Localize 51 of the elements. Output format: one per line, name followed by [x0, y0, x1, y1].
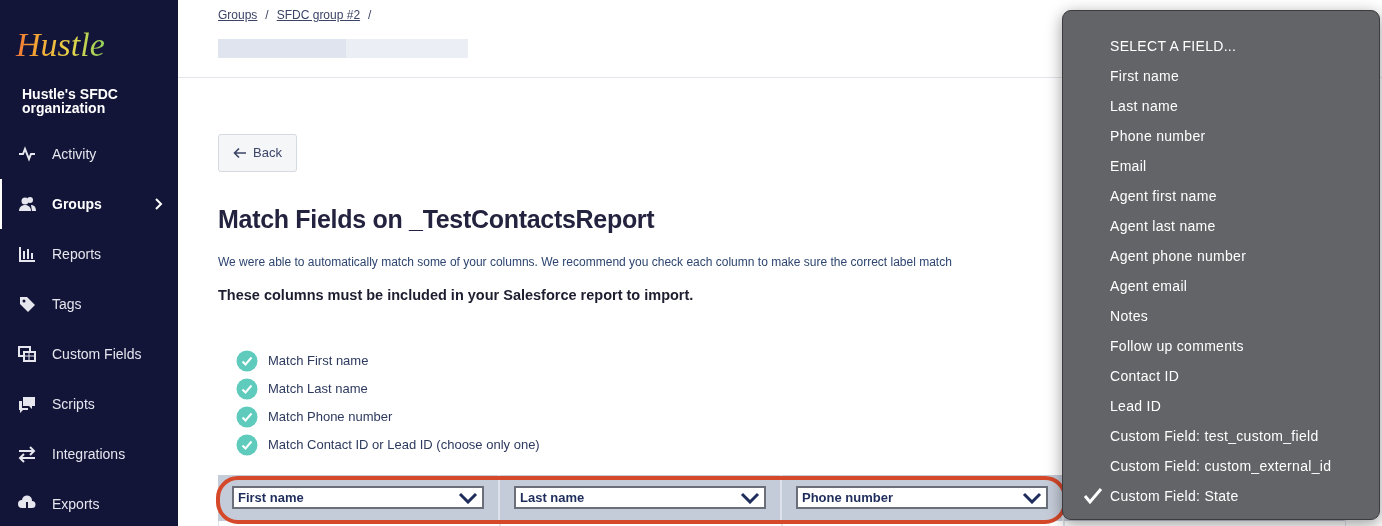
dropdown-option[interactable]: Lead ID — [1063, 391, 1379, 421]
dropdown-option[interactable]: Agent email — [1063, 271, 1379, 301]
tag-icon — [18, 295, 36, 314]
chevron-down-icon — [1022, 491, 1042, 504]
nav-item[interactable]: Activity — [0, 129, 178, 180]
dropdown-option[interactable]: Agent phone number — [1063, 241, 1379, 271]
column-select[interactable]: First name — [232, 486, 484, 509]
nav-item[interactable]: Scripts — [0, 379, 178, 430]
nav-item[interactable]: Groups — [0, 179, 178, 230]
nav-item[interactable]: Reports — [0, 229, 178, 280]
checklist-text: Match Phone number — [268, 407, 393, 426]
dropdown-option[interactable]: Last name — [1063, 91, 1379, 121]
nav-item[interactable]: Custom Fields — [0, 329, 178, 380]
bar-chart-icon — [18, 245, 36, 264]
chevron-down-icon — [458, 491, 478, 504]
dropdown-option[interactable]: Phone number — [1063, 121, 1379, 151]
dropdown-option[interactable]: Agent last name — [1063, 211, 1379, 241]
checklist-text: Match Last name — [268, 379, 368, 398]
dropdown-option[interactable]: Agent first name — [1063, 181, 1379, 211]
chevron-right-icon — [154, 197, 164, 212]
dropdown-option[interactable]: First name — [1063, 61, 1379, 91]
dropdown-option[interactable]: Custom Field: State — [1063, 481, 1379, 511]
arrow-left-icon — [233, 146, 247, 159]
description-text: We were able to automatically match some of your columns. We recommend you check each column to make sure the correct label match — [218, 253, 952, 271]
breadcrumb-link[interactable]: Groups — [218, 8, 258, 22]
organization-name: Hustle's SFDC organization — [21, 87, 119, 116]
column-select[interactable]: Phone number — [796, 486, 1048, 509]
column-select[interactable]: Last name — [514, 486, 766, 509]
breadcrumb-link[interactable]: SFDC group #2 — [276, 8, 361, 22]
dropdown-option[interactable]: Email — [1063, 151, 1379, 181]
checklist-text: Match Contact ID or Lead ID (choose only one) — [268, 435, 540, 454]
breadcrumb-separator: / — [368, 8, 372, 22]
chat-icon — [18, 395, 36, 414]
chevron-down-icon — [740, 491, 760, 504]
dropdown-option[interactable]: Custom Field: custom_external_id — [1063, 451, 1379, 481]
swap-arrows-icon — [18, 445, 36, 464]
people-icon — [18, 195, 36, 214]
table-icon — [18, 345, 36, 364]
nav-item[interactable]: Tags — [0, 279, 178, 330]
page-title: Match Fields on _TestContactsReport — [218, 203, 655, 234]
dropdown-option[interactable]: Contact ID — [1063, 361, 1379, 391]
nav-item[interactable]: Integrations — [0, 429, 178, 480]
back-button[interactable]: Back — [218, 134, 297, 172]
nav-item[interactable]: Exports — [0, 479, 178, 526]
dropdown-option[interactable]: Custom Field: test_custom_field — [1063, 421, 1379, 451]
dropdown-option[interactable]: Notes — [1063, 301, 1379, 331]
dropdown-option[interactable]: Follow up comments — [1063, 331, 1379, 361]
requirement-text: These columns must be included in your Salesforce report to import. — [218, 285, 694, 305]
checklist-text: Match First name — [268, 351, 369, 370]
dropdown-option[interactable]: SELECT A FIELD... — [1063, 31, 1379, 61]
breadcrumb-separator: / — [265, 8, 269, 22]
